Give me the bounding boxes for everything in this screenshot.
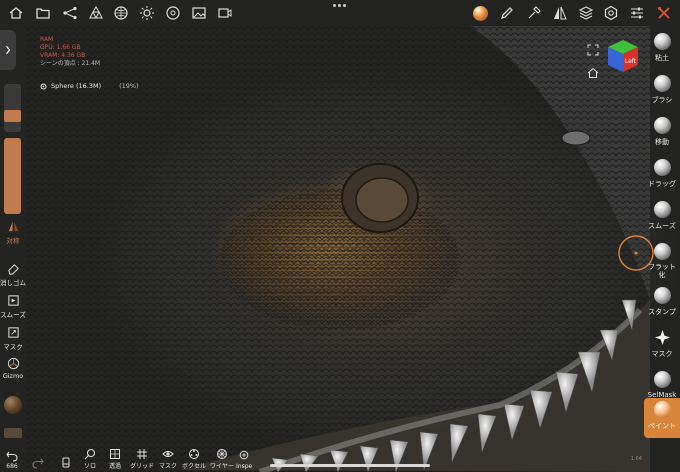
redo-button[interactable] [32, 457, 44, 470]
paint-icon [653, 401, 671, 418]
primitives-icon[interactable] [86, 3, 106, 23]
wireframe-icon [216, 449, 227, 459]
right-toolbar: 粘土 ブラシ 移動 ドラッグ スムーズ フラット化 スタンプ マスク SelMa… [644, 26, 680, 472]
tool-smooth[interactable]: スムーズ [644, 198, 680, 242]
tool-clay[interactable]: 粘土 [644, 30, 680, 74]
fullscreen-icon[interactable] [587, 41, 599, 56]
chevron-right-icon [6, 45, 11, 55]
pipette-icon[interactable] [524, 3, 544, 23]
nav-cube-face-label: Left [625, 58, 637, 65]
smooth-shortcut[interactable]: スムーズ [0, 294, 26, 319]
image-icon[interactable] [189, 3, 209, 23]
stats-vram: VRAM: 4.36 GB [40, 52, 86, 59]
erase-tool[interactable]: 消しゴム [0, 262, 26, 287]
expand-panel-button[interactable] [0, 30, 16, 70]
mask-shortcut[interactable]: マスク [0, 326, 26, 351]
clay-icon [653, 33, 671, 50]
bottom-toolbar: 686 ソロ 透過 グリッド マスク ボクセル ワイヤー Inspe [0, 446, 270, 472]
gear-icon [40, 83, 47, 89]
stamp-icon [653, 287, 671, 304]
sculpt-viewport[interactable] [0, 0, 680, 472]
left-toolbar: 対称 消しゴム スムーズ マスク Gizmo [0, 26, 26, 472]
drag-icon [653, 159, 671, 176]
nav-cube[interactable]: Left [606, 38, 640, 74]
eye-icon [162, 451, 174, 457]
matcap-preview[interactable] [4, 396, 22, 414]
symmetry-icon[interactable] [550, 3, 570, 23]
magnifier-icon [84, 448, 96, 460]
grid-icon [137, 449, 147, 459]
video-icon[interactable] [215, 3, 235, 23]
symmetry-small-icon [8, 221, 18, 232]
home-view-icon[interactable] [587, 64, 599, 78]
stats-vertices: シーンの頂点 : 21.4M [40, 60, 101, 67]
stats-ram: RAM [40, 36, 54, 43]
voxel-icon [189, 449, 199, 459]
solo-button[interactable]: ソロ [84, 448, 96, 470]
undo-button[interactable]: 686 [6, 450, 18, 470]
intensity-slider-fill [4, 138, 21, 214]
dragon-head-mesh [26, 26, 654, 472]
tool-move[interactable]: 移動 [644, 114, 680, 158]
object-name: Sphere (16.3M) [51, 82, 102, 90]
gizmo-tool[interactable]: Gizmo [0, 357, 26, 380]
inspect-button[interactable]: Inspe [236, 450, 252, 470]
stats-gpu: GPU: 1.66 GB [40, 44, 81, 51]
tool-mask[interactable]: マスク [644, 326, 680, 370]
folder-icon[interactable] [33, 3, 53, 23]
smooth-icon [7, 295, 19, 306]
material-preview-icon[interactable] [470, 3, 490, 23]
intensity-slider[interactable] [4, 138, 21, 214]
smooth-brush-icon [653, 201, 671, 218]
light-icon[interactable] [137, 3, 157, 23]
transparent-icon [110, 449, 120, 459]
tool-flatten[interactable]: フラット化 [644, 240, 680, 288]
home-icon[interactable] [6, 3, 26, 23]
settings-icon[interactable] [601, 3, 621, 23]
radius-slider-fill [4, 110, 21, 122]
object-percent: (19%) [119, 82, 139, 90]
mask-brush-icon [654, 329, 670, 346]
more-dots-icon[interactable] [333, 4, 347, 8]
mask-visibility-button[interactable]: マスク [159, 448, 177, 470]
voxel-button[interactable]: ボクセル [182, 448, 206, 470]
postprocess-icon[interactable] [163, 3, 183, 23]
flatten-icon [653, 243, 671, 260]
layers-icon[interactable] [576, 3, 596, 23]
selmask-icon [653, 371, 671, 388]
stats-overlay: RAM GPU: 1.66 GB VRAM: 4.36 GB シーンの頂点 : … [40, 36, 100, 68]
brush-icon [653, 75, 671, 92]
redo-icon [32, 458, 44, 469]
grid-button[interactable]: グリッド [130, 448, 154, 470]
top-toolbar [0, 0, 680, 26]
tool-paint[interactable]: ペイント [644, 398, 680, 438]
version-label: 1.64 [630, 456, 642, 462]
symmetry-toggle[interactable]: 対称 [0, 220, 26, 245]
move-icon [653, 117, 671, 134]
texture-preview[interactable] [4, 428, 22, 438]
radius-slider[interactable] [4, 84, 21, 132]
layer-stack-icon [62, 457, 70, 468]
tool-drag[interactable]: ドラッグ [644, 156, 680, 200]
material-icon[interactable] [111, 3, 131, 23]
transparent-button[interactable]: 透過 [109, 448, 121, 470]
layers-toggle[interactable] [60, 457, 72, 470]
wireframe-button[interactable]: ワイヤー [210, 448, 234, 470]
inspect-icon [239, 450, 249, 460]
home-indicator [270, 464, 430, 467]
selected-object[interactable]: Sphere (16.3M) (19%) [40, 82, 139, 90]
scene-tree-icon[interactable] [60, 3, 80, 23]
tool-brush[interactable]: ブラシ [644, 72, 680, 116]
mask-icon [7, 327, 19, 338]
pen-icon[interactable] [497, 3, 517, 23]
tool-stamp[interactable]: スタンプ [644, 284, 680, 328]
tools-close-icon[interactable] [654, 3, 674, 23]
sliders-icon[interactable] [627, 3, 647, 23]
undo-icon [6, 451, 18, 462]
eraser-icon [7, 264, 19, 275]
gizmo-icon [7, 357, 19, 370]
